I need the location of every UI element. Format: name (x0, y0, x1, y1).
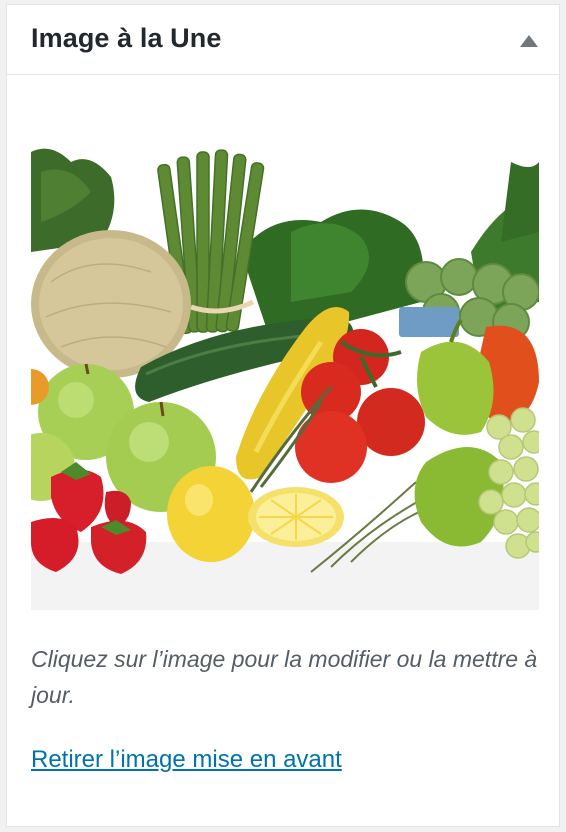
collapse-toggle-button[interactable] (509, 21, 549, 61)
triangle-up-icon (520, 35, 538, 47)
featured-image-photo (31, 102, 539, 610)
remove-featured-image-link[interactable]: Retirer l’image mise en avant (31, 746, 342, 774)
featured-image-help-text: Cliquez sur l’image pour la modifier ou … (31, 646, 538, 708)
panel-title: Image à la Une (31, 23, 222, 53)
featured-image[interactable] (31, 102, 539, 610)
featured-image-panel: Image à la Une Cliquez sur l’image pour … (6, 4, 560, 827)
panel-header: Image à la Une (7, 5, 559, 75)
